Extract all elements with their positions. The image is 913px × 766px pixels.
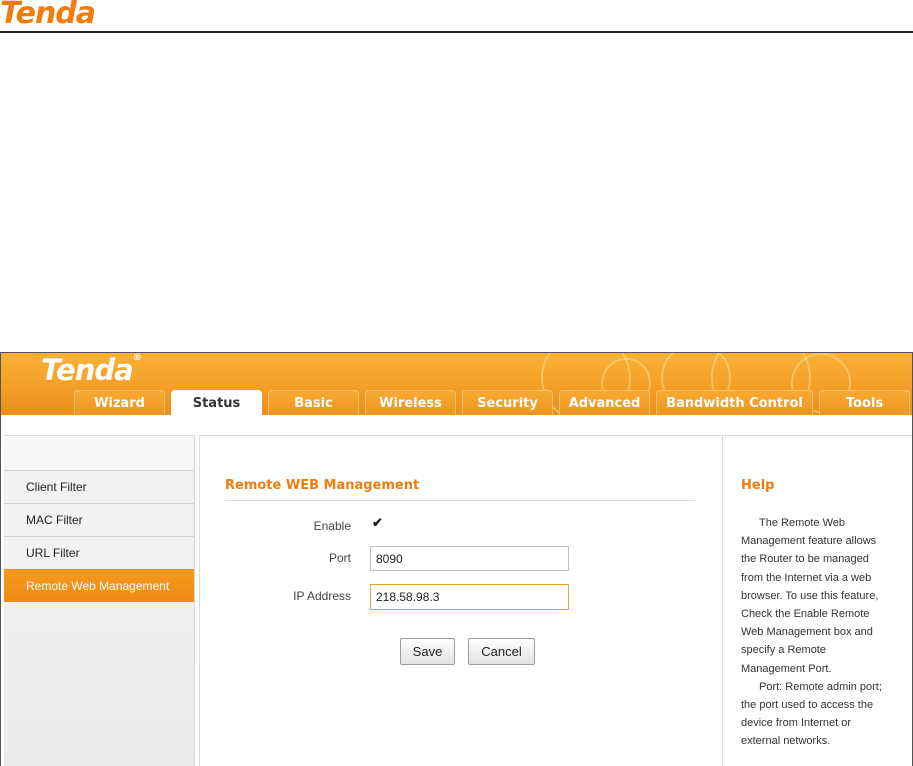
tab-security[interactable]: Security: [462, 390, 553, 415]
port-input[interactable]: [370, 546, 569, 571]
tab-advanced[interactable]: Advanced: [559, 390, 650, 415]
sidebar-item-url-filter[interactable]: URL Filter: [4, 536, 194, 569]
ip-address-label: IP Address: [293, 589, 351, 603]
sidebar: Client Filter MAC Filter URL Filter Remo…: [4, 435, 195, 766]
help-paragraph: The Remote Web Management feature allows…: [741, 517, 879, 675]
sidebar-item-mac-filter[interactable]: MAC Filter: [4, 503, 194, 536]
tab-wireless[interactable]: Wireless: [365, 390, 456, 415]
cancel-button[interactable]: Cancel: [468, 638, 535, 665]
top-banner: Tenda® Wizard Status Basic Wireless Secu…: [1, 353, 912, 415]
sidebar-menu: Client Filter MAC Filter URL Filter Remo…: [4, 470, 194, 602]
help-paragraph: Port: Remote admin port; the port used t…: [741, 680, 882, 748]
help-text: The Remote Web Management feature allows…: [741, 514, 889, 751]
help-panel: Help The Remote Web Management feature a…: [722, 435, 912, 766]
tab-basic[interactable]: Basic: [268, 390, 359, 415]
main-panel: Remote WEB Management Enable ✔ Port IP A…: [199, 435, 721, 766]
registered-mark: ®: [132, 353, 142, 363]
page-title: Remote WEB Management: [225, 478, 420, 493]
content-spacer: [1, 415, 912, 435]
save-button[interactable]: Save: [400, 638, 455, 665]
tab-wizard[interactable]: Wizard: [74, 390, 165, 415]
ip-address-input[interactable]: [370, 584, 569, 610]
port-label: Port: [328, 551, 351, 565]
tab-tools[interactable]: Tools: [819, 390, 910, 415]
enable-checkbox[interactable]: ✔: [372, 516, 386, 530]
sidebar-item-client-filter[interactable]: Client Filter: [4, 470, 194, 503]
main-nav-tabs: Wizard Status Basic Wireless Security Ad…: [74, 390, 912, 415]
tab-status[interactable]: Status: [171, 390, 262, 415]
title-divider: [225, 500, 695, 501]
help-title: Help: [741, 478, 775, 493]
tab-bandwidth-control[interactable]: Bandwidth Control: [656, 390, 813, 415]
router-logo: Tenda®: [41, 353, 142, 387]
router-admin-window: Tenda® Wizard Status Basic Wireless Secu…: [0, 352, 913, 766]
enable-label: Enable: [313, 519, 351, 533]
header-divider: [0, 31, 913, 33]
document-header: Tenda: [0, 0, 913, 36]
sidebar-item-remote-web-management[interactable]: Remote Web Management: [4, 569, 194, 602]
tenda-logo: Tenda: [0, 0, 96, 31]
